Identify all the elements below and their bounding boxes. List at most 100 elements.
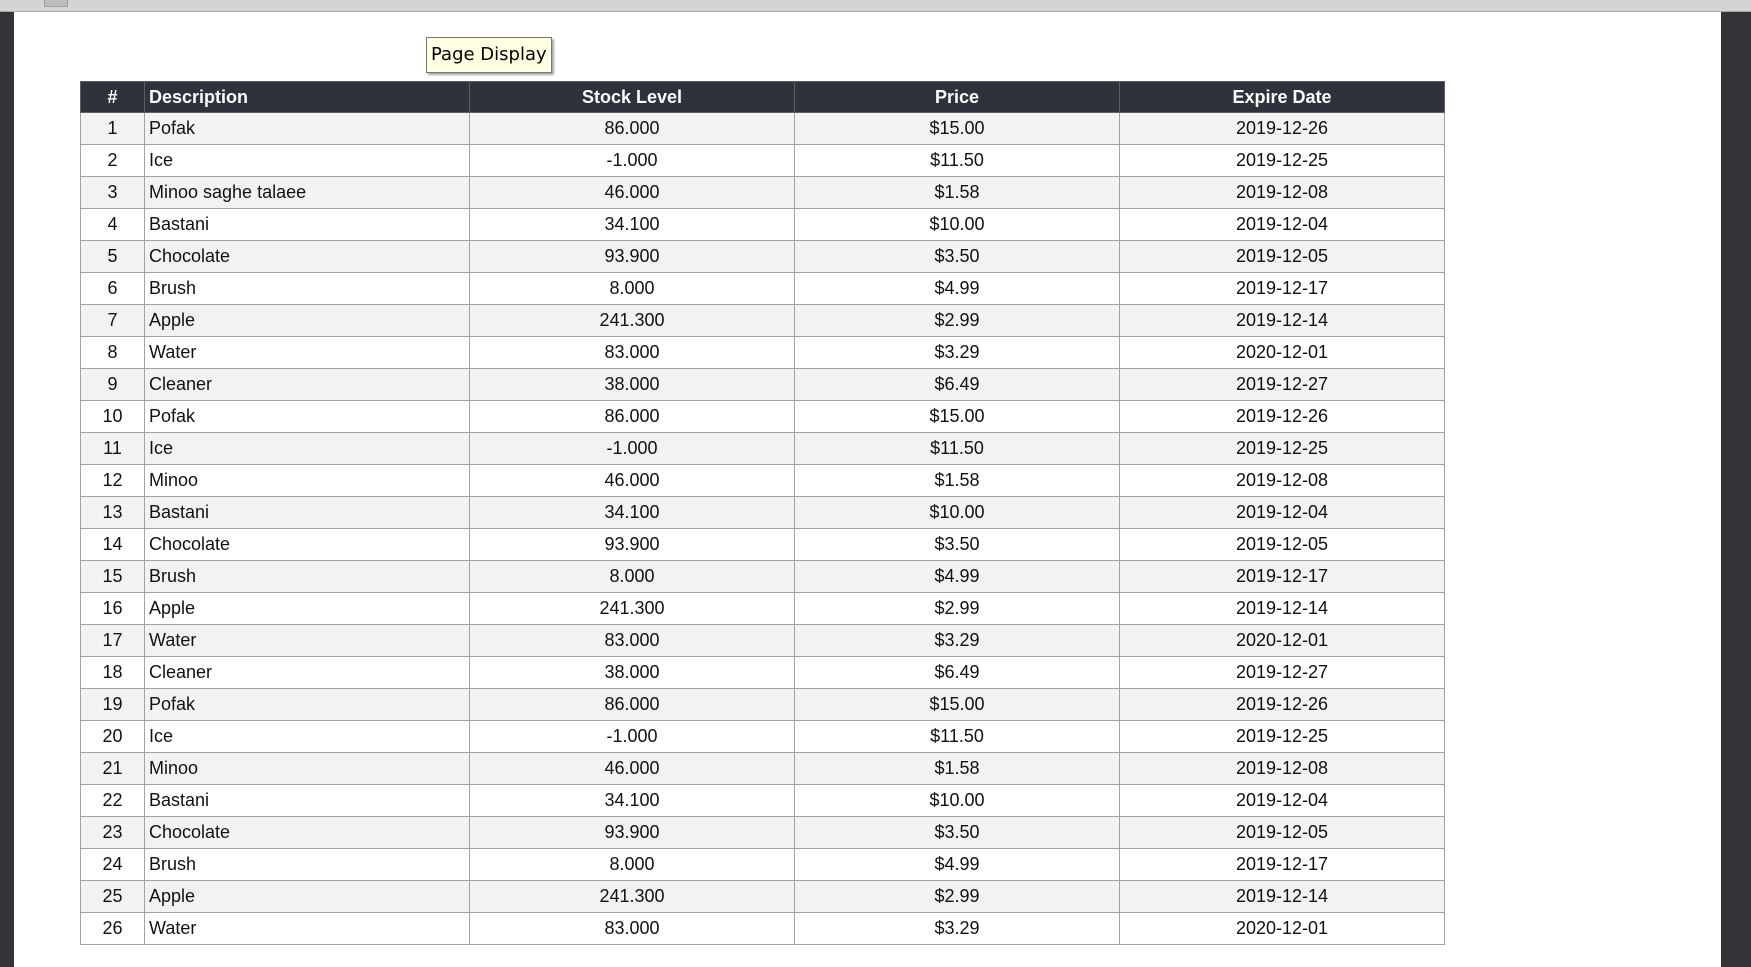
price-cell: $4.99 — [794, 272, 1120, 305]
row-number-cell: 15 — [80, 560, 145, 593]
table-row[interactable]: 23 Chocolate 93.900 $3.50 2019-12-05 — [80, 816, 1445, 849]
description-cell: Bastani — [144, 496, 470, 529]
description-cell: Cleaner — [144, 656, 470, 689]
column-header-price[interactable]: Price — [794, 81, 1120, 113]
price-cell: $15.00 — [794, 400, 1120, 433]
table-header: # Description Stock Level Price Expire D… — [80, 81, 1445, 113]
price-cell: $3.29 — [794, 912, 1120, 945]
stock-level-cell: -1.000 — [469, 720, 795, 753]
stock-level-cell: 46.000 — [469, 752, 795, 785]
expire-date-cell: 2019-12-14 — [1119, 880, 1445, 913]
expire-date-cell: 2019-12-14 — [1119, 592, 1445, 625]
price-cell: $2.99 — [794, 592, 1120, 625]
stock-level-cell: 93.900 — [469, 528, 795, 561]
expire-date-cell: 2019-12-17 — [1119, 848, 1445, 881]
description-cell: Ice — [144, 432, 470, 465]
row-number-cell: 19 — [80, 688, 145, 721]
row-number-cell: 11 — [80, 432, 145, 465]
table-row[interactable]: 6 Brush 8.000 $4.99 2019-12-17 — [80, 272, 1445, 305]
expire-date-cell: 2020-12-01 — [1119, 336, 1445, 369]
price-cell: $3.50 — [794, 240, 1120, 273]
stock-level-cell: 83.000 — [469, 624, 795, 657]
price-cell: $3.50 — [794, 528, 1120, 561]
description-cell: Chocolate — [144, 816, 470, 849]
stock-level-cell: 46.000 — [469, 464, 795, 497]
row-number-cell: 20 — [80, 720, 145, 753]
table-row[interactable]: 1 Pofak 86.000 $15.00 2019-12-26 — [80, 112, 1445, 145]
stock-level-cell: 83.000 — [469, 912, 795, 945]
expire-date-cell: 2019-12-05 — [1119, 528, 1445, 561]
stock-level-cell: 93.900 — [469, 816, 795, 849]
description-cell: Pofak — [144, 400, 470, 433]
table-row[interactable]: 8 Water 83.000 $3.29 2020-12-01 — [80, 336, 1445, 369]
table-row[interactable]: 9 Cleaner 38.000 $6.49 2019-12-27 — [80, 368, 1445, 401]
table-row[interactable]: 17 Water 83.000 $3.29 2020-12-01 — [80, 624, 1445, 657]
description-cell: Ice — [144, 144, 470, 177]
column-header-number[interactable]: # — [80, 81, 145, 113]
table-row[interactable]: 20 Ice -1.000 $11.50 2019-12-25 — [80, 720, 1445, 753]
top-bar-handle[interactable] — [44, 0, 68, 7]
expire-date-cell: 2020-12-01 — [1119, 912, 1445, 945]
column-header-stock-level[interactable]: Stock Level — [469, 81, 795, 113]
table-row[interactable]: 3 Minoo saghe talaee 46.000 $1.58 2019-12-08 — [80, 176, 1445, 209]
price-cell: $4.99 — [794, 848, 1120, 881]
stock-level-cell: 34.100 — [469, 208, 795, 241]
stock-level-cell: 241.300 — [469, 592, 795, 625]
stock-level-cell: 8.000 — [469, 560, 795, 593]
table-row[interactable]: 12 Minoo 46.000 $1.58 2019-12-08 — [80, 464, 1445, 497]
row-number-cell: 2 — [80, 144, 145, 177]
row-number-cell: 6 — [80, 272, 145, 305]
expire-date-cell: 2019-12-17 — [1119, 560, 1445, 593]
price-cell: $2.99 — [794, 304, 1120, 337]
table-row[interactable]: 16 Apple 241.300 $2.99 2019-12-14 — [80, 592, 1445, 625]
row-number-cell: 24 — [80, 848, 145, 881]
row-number-cell: 9 — [80, 368, 145, 401]
price-cell: $1.58 — [794, 752, 1120, 785]
row-number-cell: 21 — [80, 752, 145, 785]
table-row[interactable]: 2 Ice -1.000 $11.50 2019-12-25 — [80, 144, 1445, 177]
price-cell: $15.00 — [794, 112, 1120, 145]
table-row[interactable]: 14 Chocolate 93.900 $3.50 2019-12-05 — [80, 528, 1445, 561]
table-row[interactable]: 11 Ice -1.000 $11.50 2019-12-25 — [80, 432, 1445, 465]
stock-level-cell: 93.900 — [469, 240, 795, 273]
column-header-expire-date[interactable]: Expire Date — [1119, 81, 1445, 113]
table-row[interactable]: 4 Bastani 34.100 $10.00 2019-12-04 — [80, 208, 1445, 241]
row-number-cell: 8 — [80, 336, 145, 369]
stock-level-cell: 86.000 — [469, 688, 795, 721]
price-cell: $10.00 — [794, 496, 1120, 529]
expire-date-cell: 2019-12-25 — [1119, 432, 1445, 465]
table-row[interactable]: 18 Cleaner 38.000 $6.49 2019-12-27 — [80, 656, 1445, 689]
row-number-cell: 22 — [80, 784, 145, 817]
description-cell: Apple — [144, 304, 470, 337]
table-row[interactable]: 15 Brush 8.000 $4.99 2019-12-17 — [80, 560, 1445, 593]
expire-date-cell: 2019-12-04 — [1119, 208, 1445, 241]
table-row[interactable]: 10 Pofak 86.000 $15.00 2019-12-26 — [80, 400, 1445, 433]
price-cell: $1.58 — [794, 464, 1120, 497]
expire-date-cell: 2019-12-17 — [1119, 272, 1445, 305]
table-row[interactable]: 7 Apple 241.300 $2.99 2019-12-14 — [80, 304, 1445, 337]
table-row[interactable]: 24 Brush 8.000 $4.99 2019-12-17 — [80, 848, 1445, 881]
expire-date-cell: 2019-12-08 — [1119, 176, 1445, 209]
description-cell: Pofak — [144, 688, 470, 721]
table-row[interactable]: 5 Chocolate 93.900 $3.50 2019-12-05 — [80, 240, 1445, 273]
table-row[interactable]: 26 Water 83.000 $3.29 2020-12-01 — [80, 912, 1445, 945]
row-number-cell: 12 — [80, 464, 145, 497]
description-cell: Pofak — [144, 112, 470, 145]
table-row[interactable]: 21 Minoo 46.000 $1.58 2019-12-08 — [80, 752, 1445, 785]
price-cell: $15.00 — [794, 688, 1120, 721]
column-header-description[interactable]: Description — [144, 81, 470, 113]
description-cell: Water — [144, 336, 470, 369]
stock-level-cell: 241.300 — [469, 304, 795, 337]
description-cell: Chocolate — [144, 240, 470, 273]
description-cell: Brush — [144, 272, 470, 305]
table-row[interactable]: 25 Apple 241.300 $2.99 2019-12-14 — [80, 880, 1445, 913]
price-cell: $4.99 — [794, 560, 1120, 593]
table-row[interactable]: 19 Pofak 86.000 $15.00 2019-12-26 — [80, 688, 1445, 721]
price-cell: $11.50 — [794, 432, 1120, 465]
table-row[interactable]: 22 Bastani 34.100 $10.00 2019-12-04 — [80, 784, 1445, 817]
table-row[interactable]: 13 Bastani 34.100 $10.00 2019-12-04 — [80, 496, 1445, 529]
price-cell: $10.00 — [794, 784, 1120, 817]
stock-level-cell: 86.000 — [469, 112, 795, 145]
row-number-cell: 18 — [80, 656, 145, 689]
table-body: 1 Pofak 86.000 $15.00 2019-12-26 2 Ice -1.000 $1… — [80, 112, 1445, 945]
